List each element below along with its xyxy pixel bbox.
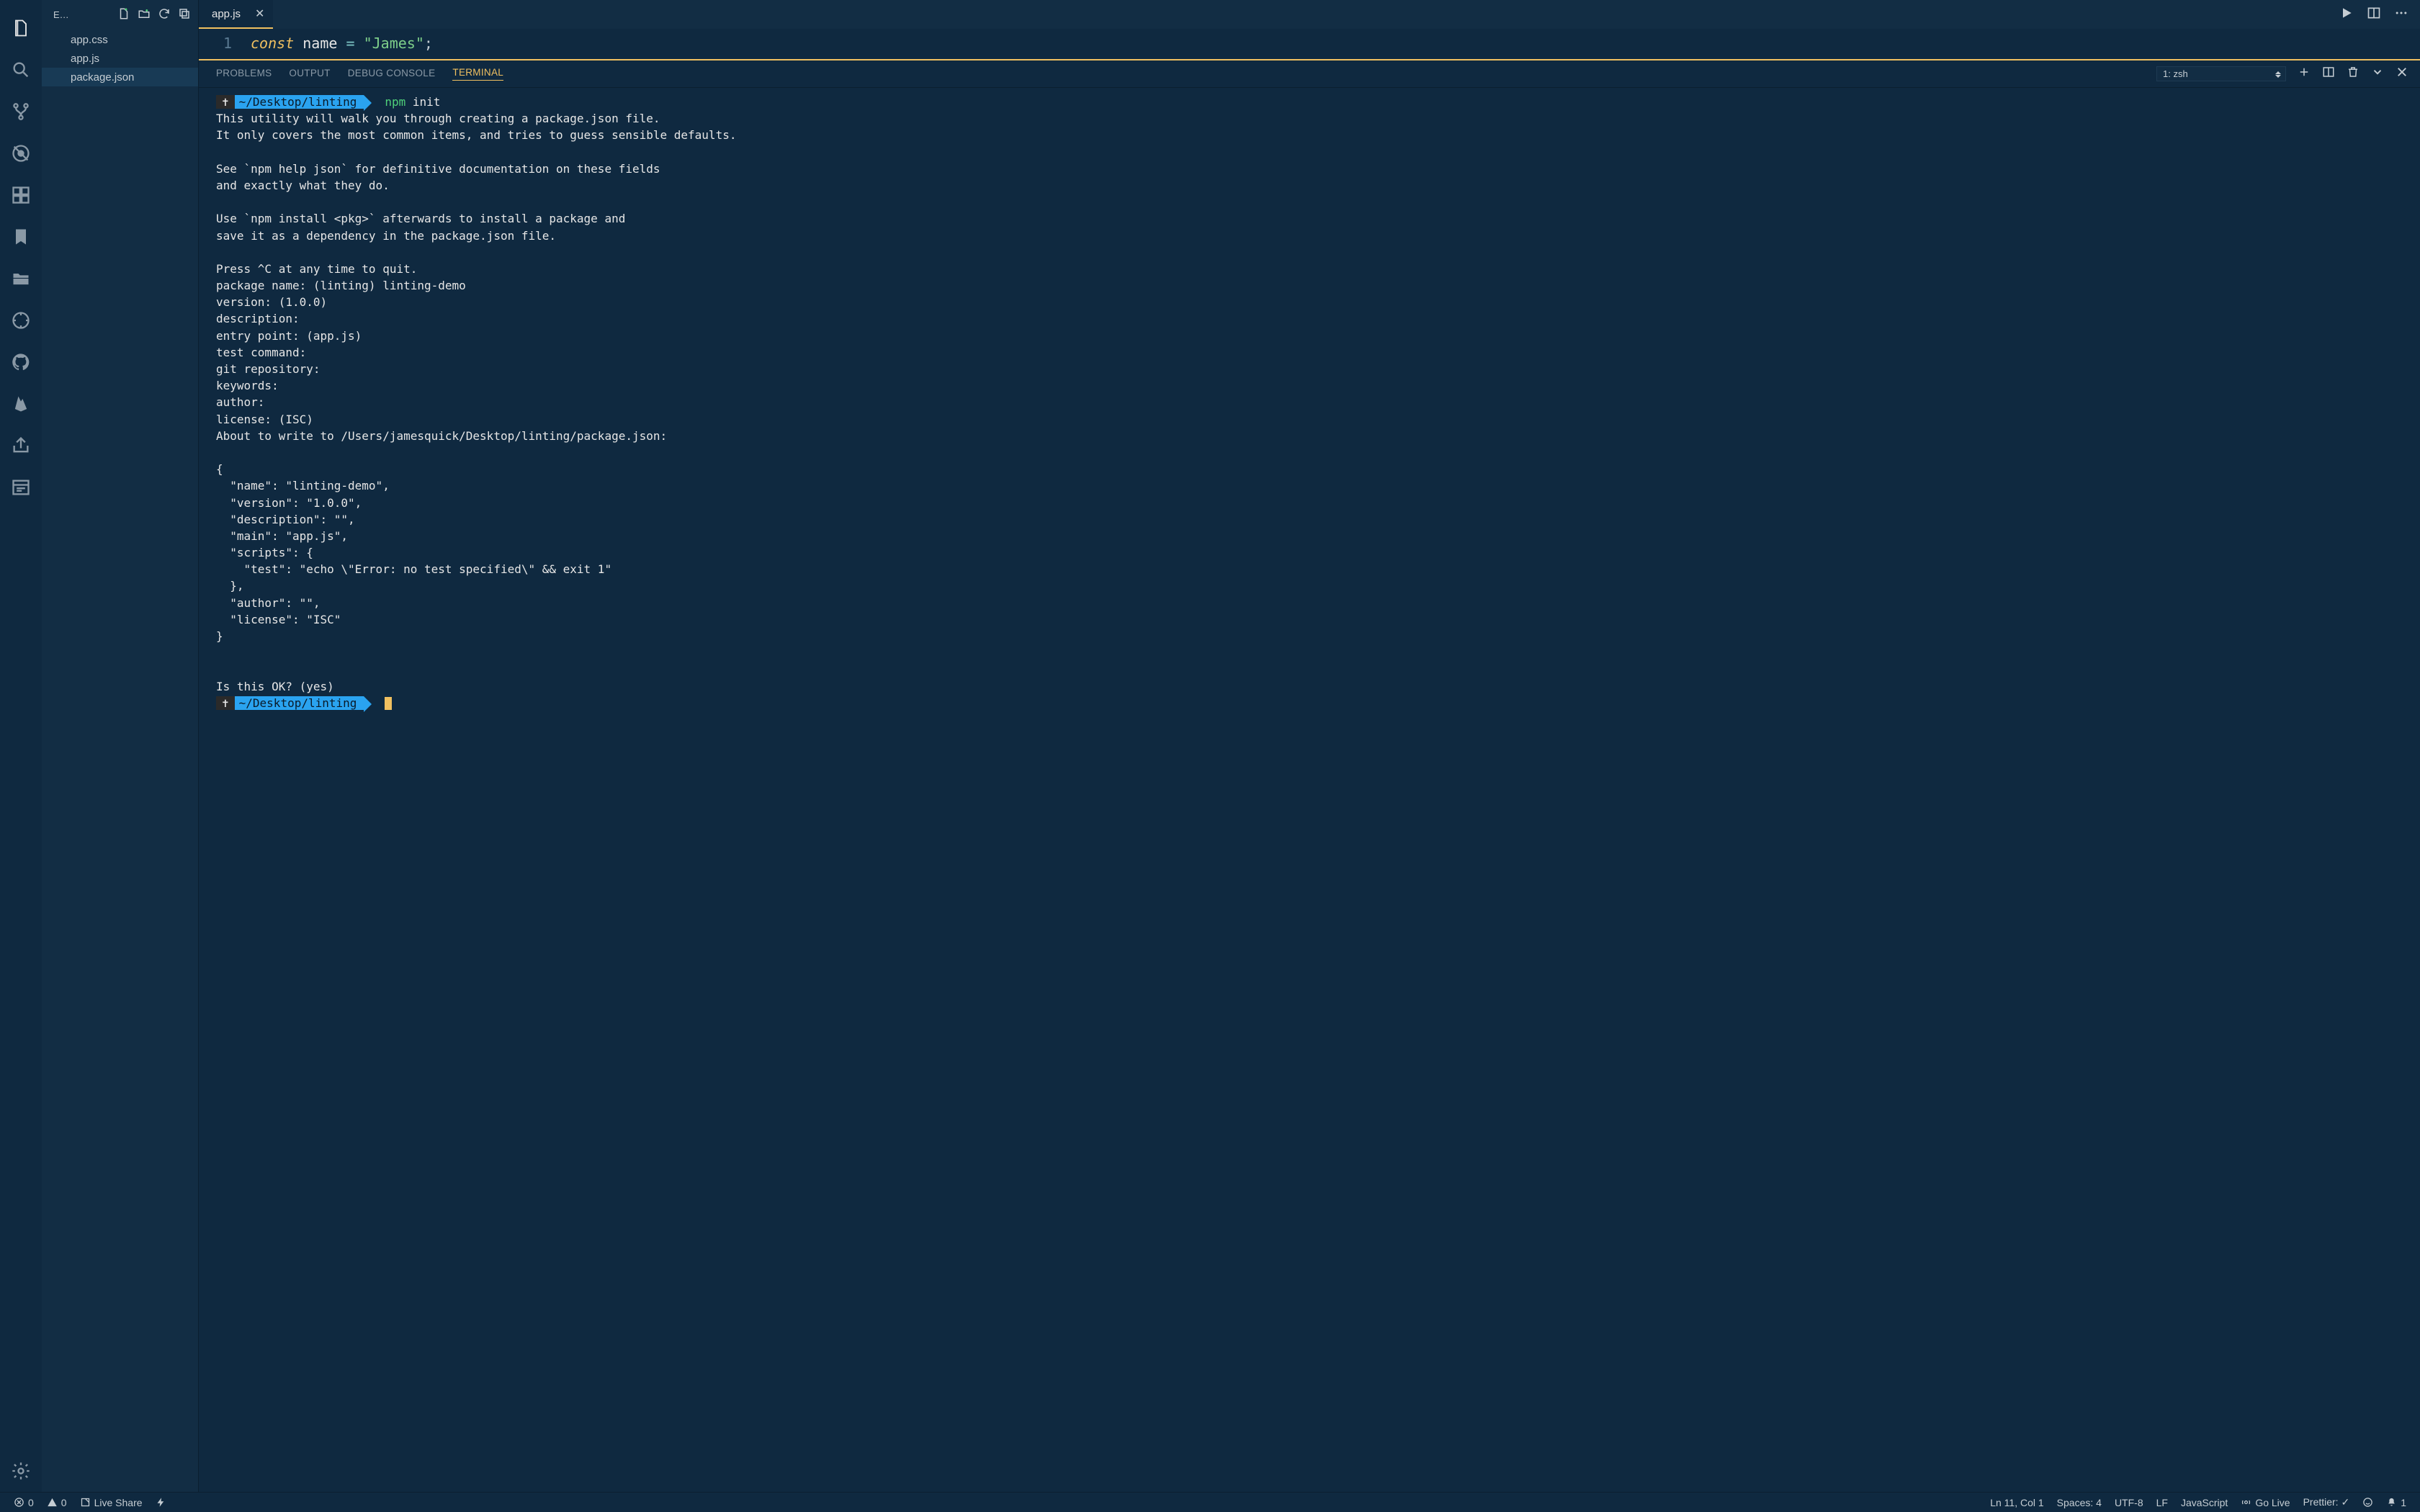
split-editor-icon[interactable] xyxy=(2367,6,2381,24)
status-spaces[interactable]: Spaces: 4 xyxy=(2053,1497,2105,1508)
collapse-icon[interactable] xyxy=(178,7,191,22)
prompt-path: ~/Desktop/linting xyxy=(235,95,364,109)
status-eol[interactable]: LF xyxy=(2153,1497,2172,1508)
search-icon[interactable] xyxy=(0,49,42,91)
new-terminal-icon[interactable] xyxy=(2298,66,2311,82)
status-prettier[interactable]: Prettier: ✓ xyxy=(2300,1496,2354,1508)
prompt-path: ~/Desktop/linting xyxy=(235,696,364,710)
activity-bar xyxy=(0,0,42,1492)
status-warnings[interactable]: 0 xyxy=(43,1497,71,1508)
terminal-body: This utility will walk you through creat… xyxy=(216,112,736,693)
terminal-cursor xyxy=(385,697,392,710)
file-item[interactable]: app.js xyxy=(42,49,198,68)
status-live-share[interactable]: Live Share xyxy=(76,1497,146,1508)
chevron-down-icon[interactable] xyxy=(2371,66,2384,82)
panel: PROBLEMS OUTPUT DEBUG CONSOLE TERMINAL 1… xyxy=(199,60,2420,1492)
status-feedback-icon[interactable] xyxy=(2359,1497,2377,1508)
file-item[interactable]: app.css xyxy=(42,30,198,49)
explorer-sidebar: E… app.css app.js package.json xyxy=(42,0,199,1492)
circle-play-icon[interactable] xyxy=(0,300,42,341)
split-terminal-icon[interactable] xyxy=(2322,66,2335,82)
sidebar-header: E… xyxy=(42,0,198,29)
status-bell[interactable]: 1 xyxy=(2383,1497,2410,1508)
more-icon[interactable] xyxy=(2394,6,2408,24)
bookmark-icon[interactable] xyxy=(0,216,42,258)
line-number: 1 xyxy=(199,35,251,59)
editor-tabs: app.js ✕ xyxy=(199,0,2420,29)
status-bolt-icon[interactable] xyxy=(152,1497,170,1508)
firebase-icon[interactable] xyxy=(0,383,42,425)
trash-icon[interactable] xyxy=(2347,66,2360,82)
github-icon[interactable] xyxy=(0,341,42,383)
share-icon[interactable] xyxy=(0,425,42,467)
terminal-selector[interactable]: 1: zsh xyxy=(2156,66,2286,81)
debug-icon[interactable] xyxy=(0,132,42,174)
status-language[interactable]: JavaScript xyxy=(2177,1497,2231,1508)
panel-tab-debug-console[interactable]: DEBUG CONSOLE xyxy=(348,68,436,81)
prompt-symbol: ✝ xyxy=(216,696,235,710)
new-file-icon[interactable] xyxy=(117,7,130,22)
close-icon[interactable]: ✕ xyxy=(255,6,264,21)
panel-tab-problems[interactable]: PROBLEMS xyxy=(216,68,272,81)
editor[interactable]: 1 const name = "James"; xyxy=(199,29,2420,59)
status-errors[interactable]: 0 xyxy=(10,1497,37,1508)
extensions-icon[interactable] xyxy=(0,174,42,216)
panel-tab-output[interactable]: OUTPUT xyxy=(289,68,330,81)
tab-label: app.js xyxy=(212,8,241,20)
explorer-icon[interactable] xyxy=(0,7,42,49)
refresh-icon[interactable] xyxy=(158,7,171,22)
sidebar-title: E… xyxy=(53,9,69,20)
terminal-output[interactable]: ✝~/Desktop/linting npm init This utility… xyxy=(199,88,2420,1492)
file-tree: app.css app.js package.json xyxy=(42,29,198,86)
prompt-symbol: ✝ xyxy=(216,95,235,109)
status-bar: 0 0 Live Share Ln 11, Col 1 Spaces: 4 UT… xyxy=(0,1492,2420,1512)
folder-icon[interactable] xyxy=(0,258,42,300)
status-go-live[interactable]: Go Live xyxy=(2237,1497,2293,1508)
status-ln-col[interactable]: Ln 11, Col 1 xyxy=(1986,1497,2047,1508)
file-item[interactable]: package.json xyxy=(42,68,198,86)
close-panel-icon[interactable] xyxy=(2396,66,2408,82)
new-folder-icon[interactable] xyxy=(138,7,151,22)
run-icon[interactable] xyxy=(2339,6,2354,24)
panel-tab-terminal[interactable]: TERMINAL xyxy=(452,67,503,81)
browser-icon[interactable] xyxy=(0,467,42,508)
source-control-icon[interactable] xyxy=(0,91,42,132)
settings-gear-icon[interactable] xyxy=(0,1450,42,1492)
code-line: const name = "James"; xyxy=(251,35,433,59)
tab-app-js[interactable]: app.js ✕ xyxy=(199,0,273,29)
status-encoding[interactable]: UTF-8 xyxy=(2111,1497,2147,1508)
